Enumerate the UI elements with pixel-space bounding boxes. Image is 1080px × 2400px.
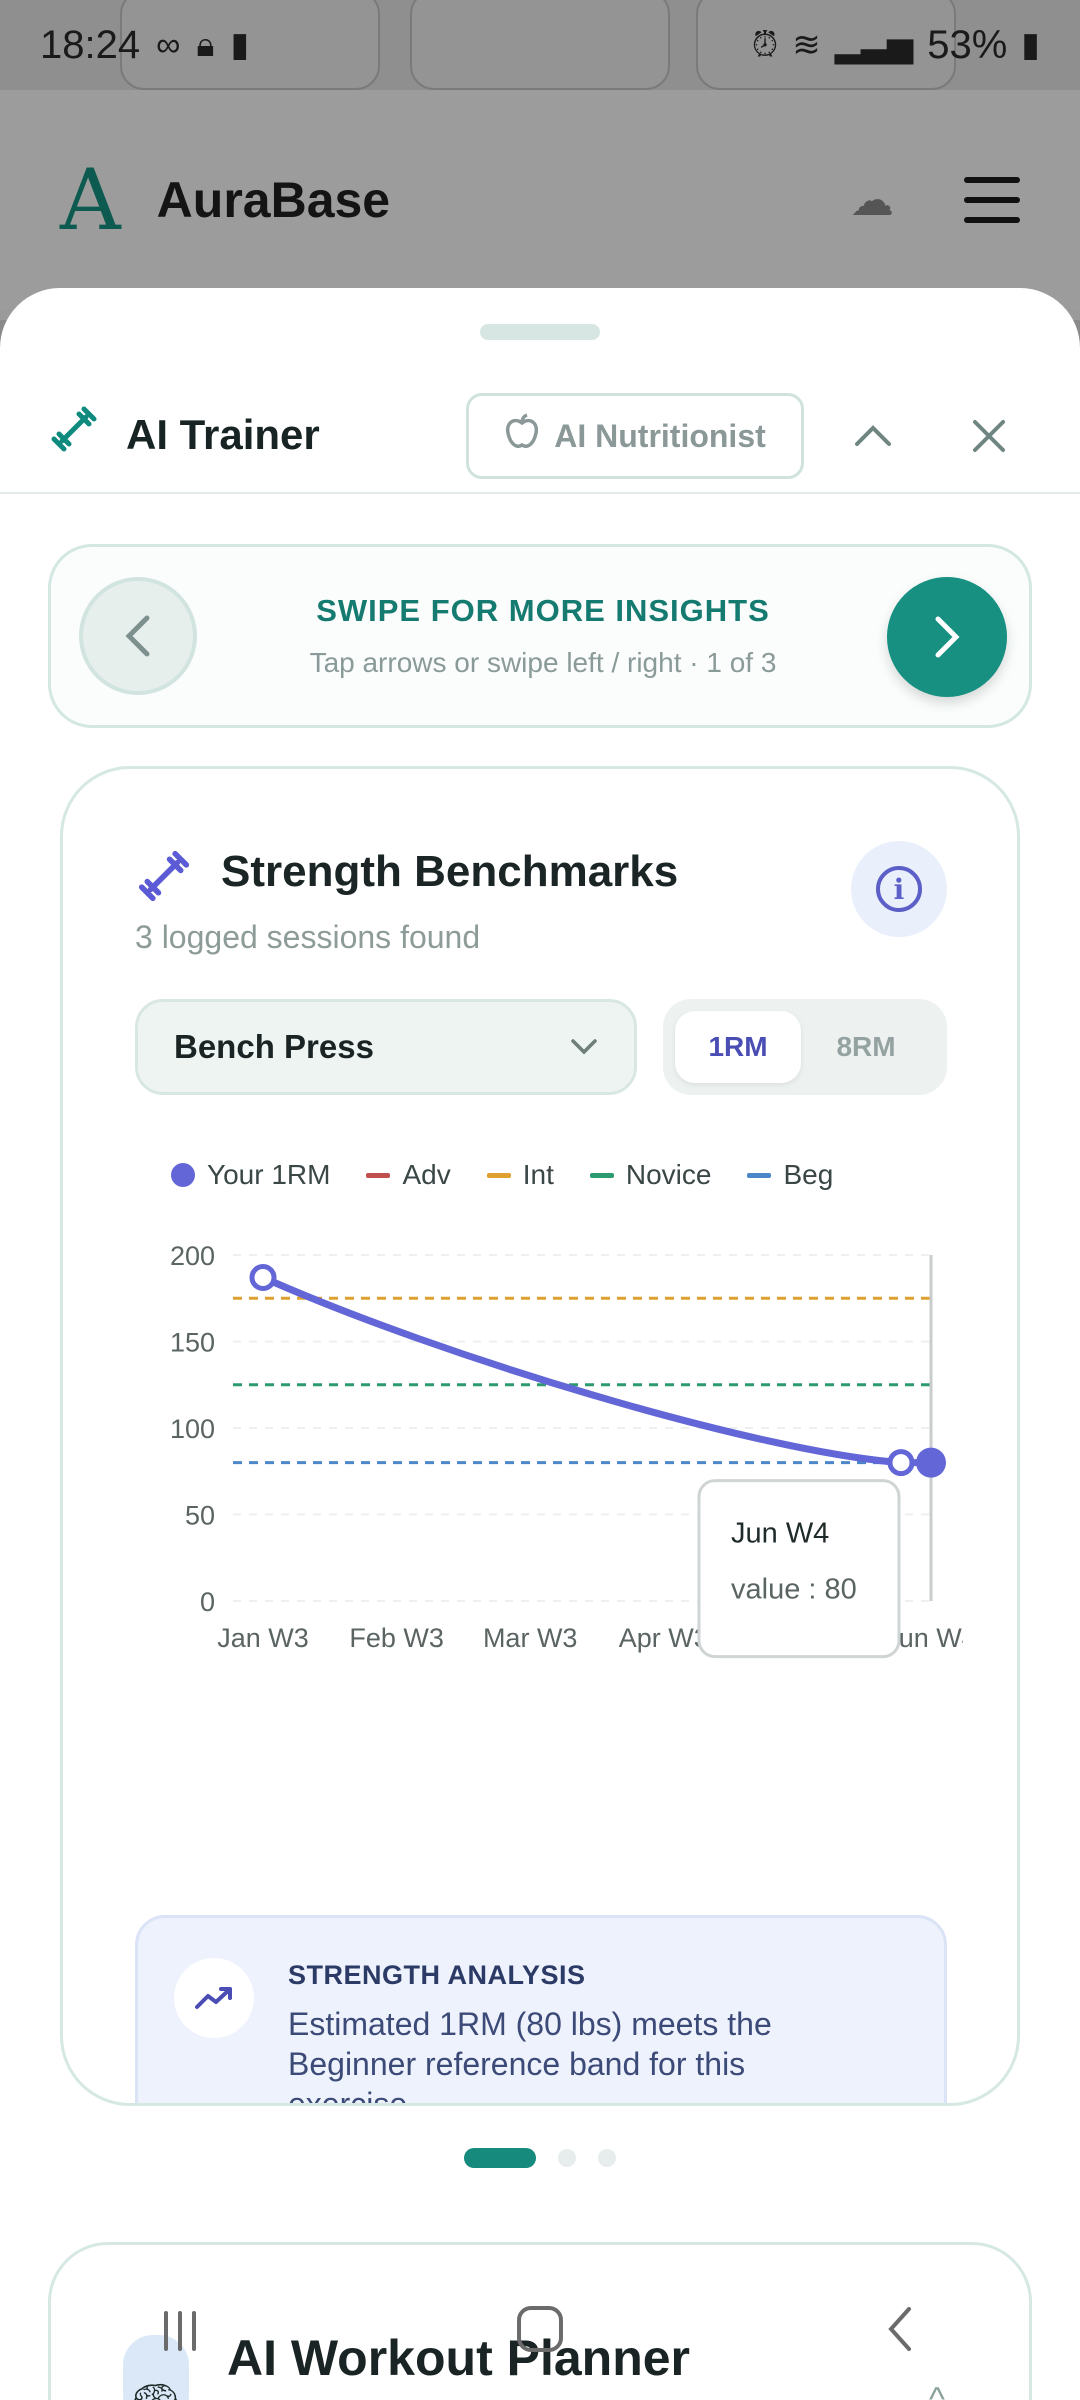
analysis-title: STRENGTH ANALYSIS — [288, 1960, 586, 1990]
x-tick-label: Apr W3 — [619, 1623, 709, 1653]
voicemail-icon: ∞ — [156, 25, 181, 64]
x-tick-label: Feb W3 — [349, 1623, 444, 1653]
trending-up-icon — [174, 1958, 254, 2038]
cloud-icon: ☁ — [850, 175, 894, 225]
legend-label: Novice — [625, 1159, 712, 1190]
card-subtitle: 3 logged sessions found — [135, 919, 481, 955]
page-dot[interactable] — [558, 2149, 576, 2167]
legend-label: Adv — [402, 1159, 451, 1190]
y-tick-label: 50 — [185, 1501, 215, 1531]
next-insight-button[interactable] — [887, 577, 1007, 697]
apple-icon — [504, 413, 540, 459]
ai-nutritionist-label: AI Nutritionist — [554, 417, 766, 454]
data-point-active — [916, 1447, 946, 1478]
y-tick-label: 100 — [170, 1414, 215, 1444]
status-bar: 18:24 ∞ 🔒︎ ▮ ⏰︎ ≋ ▂▃▅ 53% ▮ — [0, 0, 1080, 90]
legend-label: Your 1RM — [207, 1159, 331, 1190]
app-brand: AuraBase — [156, 172, 391, 228]
toggle-1rm[interactable]: 1RM — [675, 1011, 801, 1083]
analysis-body: Estimated 1RM (80 lbs) meets the Beginne… — [288, 2006, 772, 2106]
y-tick-label: 200 — [170, 1241, 215, 1271]
ai-nutritionist-tab[interactable]: AI Nutritionist — [466, 393, 804, 479]
data-point — [249, 1263, 277, 1291]
page-dot-active[interactable] — [464, 2148, 536, 2168]
data-point — [887, 1449, 915, 1477]
chart-tooltip — [697, 1479, 901, 1659]
series-line-your-1rm — [259, 1273, 935, 1467]
legend-item-beg: Beg — [747, 1159, 833, 1191]
card-title: Strength Benchmarks — [221, 847, 679, 896]
recent-apps-button[interactable] — [120, 2304, 240, 2366]
tooltip-value: value : 80 — [731, 1574, 857, 1606]
battery-icon: ▮ — [1021, 26, 1040, 64]
y-tick-label: 150 — [170, 1328, 215, 1358]
status-time: 18:24 — [40, 22, 141, 67]
x-tick-label: Mar W3 — [483, 1623, 578, 1653]
chevron-down-icon — [570, 1030, 598, 1064]
nfc-icon: ▮ — [230, 26, 250, 64]
lock-icon: 🔒︎ — [196, 25, 215, 64]
legend-label: Beg — [783, 1159, 834, 1190]
info-button[interactable]: i — [851, 841, 947, 937]
legend-item-your-1rm: Your 1RM — [171, 1159, 330, 1191]
legend-label: Int — [522, 1159, 554, 1190]
sheet-header: AI Trainer AI Nutritionist — [0, 378, 1080, 494]
toggle-8rm[interactable]: 8RM — [803, 1011, 929, 1083]
tooltip-title: Jun W4 — [731, 1518, 829, 1550]
legend-item-int: Int — [486, 1159, 554, 1191]
alarm-icon: ⏰︎ — [751, 25, 779, 64]
battery-percent: 53% — [927, 22, 1008, 67]
exercise-select-value: Bench Press — [174, 1028, 374, 1065]
legend-item-adv: Adv — [366, 1159, 451, 1191]
swipe-insights-banner: SWIPE FOR MORE INSIGHTS Tap arrows or sw… — [48, 544, 1032, 728]
exercise-select[interactable]: Bench Press — [135, 999, 637, 1095]
back-button[interactable] — [840, 2304, 960, 2366]
info-icon: i — [876, 866, 922, 912]
ai-trainer-sheet: AI Trainer AI Nutritionist SWIPE FOR MOR… — [0, 288, 1080, 2400]
swipe-subtitle: Tap arrows or swipe left / right · 1 of … — [309, 647, 777, 678]
background-header: A AuraBase ☁ — [0, 90, 1080, 310]
close-icon[interactable] — [964, 393, 1014, 479]
strength-analysis-box: STRENGTH ANALYSIS Estimated 1RM (80 lbs)… — [135, 1915, 947, 2106]
hamburger-menu-icon — [964, 177, 1020, 223]
collapse-chevron-up-icon[interactable] — [848, 393, 898, 479]
signal-icon: ▂▃▅ — [834, 26, 914, 64]
y-tick-label: 0 — [200, 1587, 215, 1617]
strength-benchmarks-card: Strength Benchmarks 3 logged sessions fo… — [60, 766, 1020, 2106]
strength-line-chart[interactable]: 050100150200Jan W3Feb W3Mar W3Apr W3May … — [123, 1239, 963, 1879]
page-dot[interactable] — [598, 2149, 616, 2167]
sheet-grab-handle[interactable] — [480, 324, 600, 340]
app-logo: A — [60, 151, 121, 249]
home-button[interactable] — [480, 2304, 600, 2367]
legend-item-novice: Novice — [589, 1159, 712, 1191]
system-nav-bar — [0, 2270, 1080, 2400]
rm-toggle: 1RM 8RM — [663, 999, 947, 1095]
carousel-pagination — [0, 2148, 1080, 2168]
wifi-icon: ≋ — [792, 26, 821, 64]
chart-legend: Your 1RM Adv Int Novice Beg — [171, 1159, 833, 1191]
x-tick-label: Jan W3 — [217, 1623, 309, 1653]
dumbbell-icon — [135, 847, 193, 918]
